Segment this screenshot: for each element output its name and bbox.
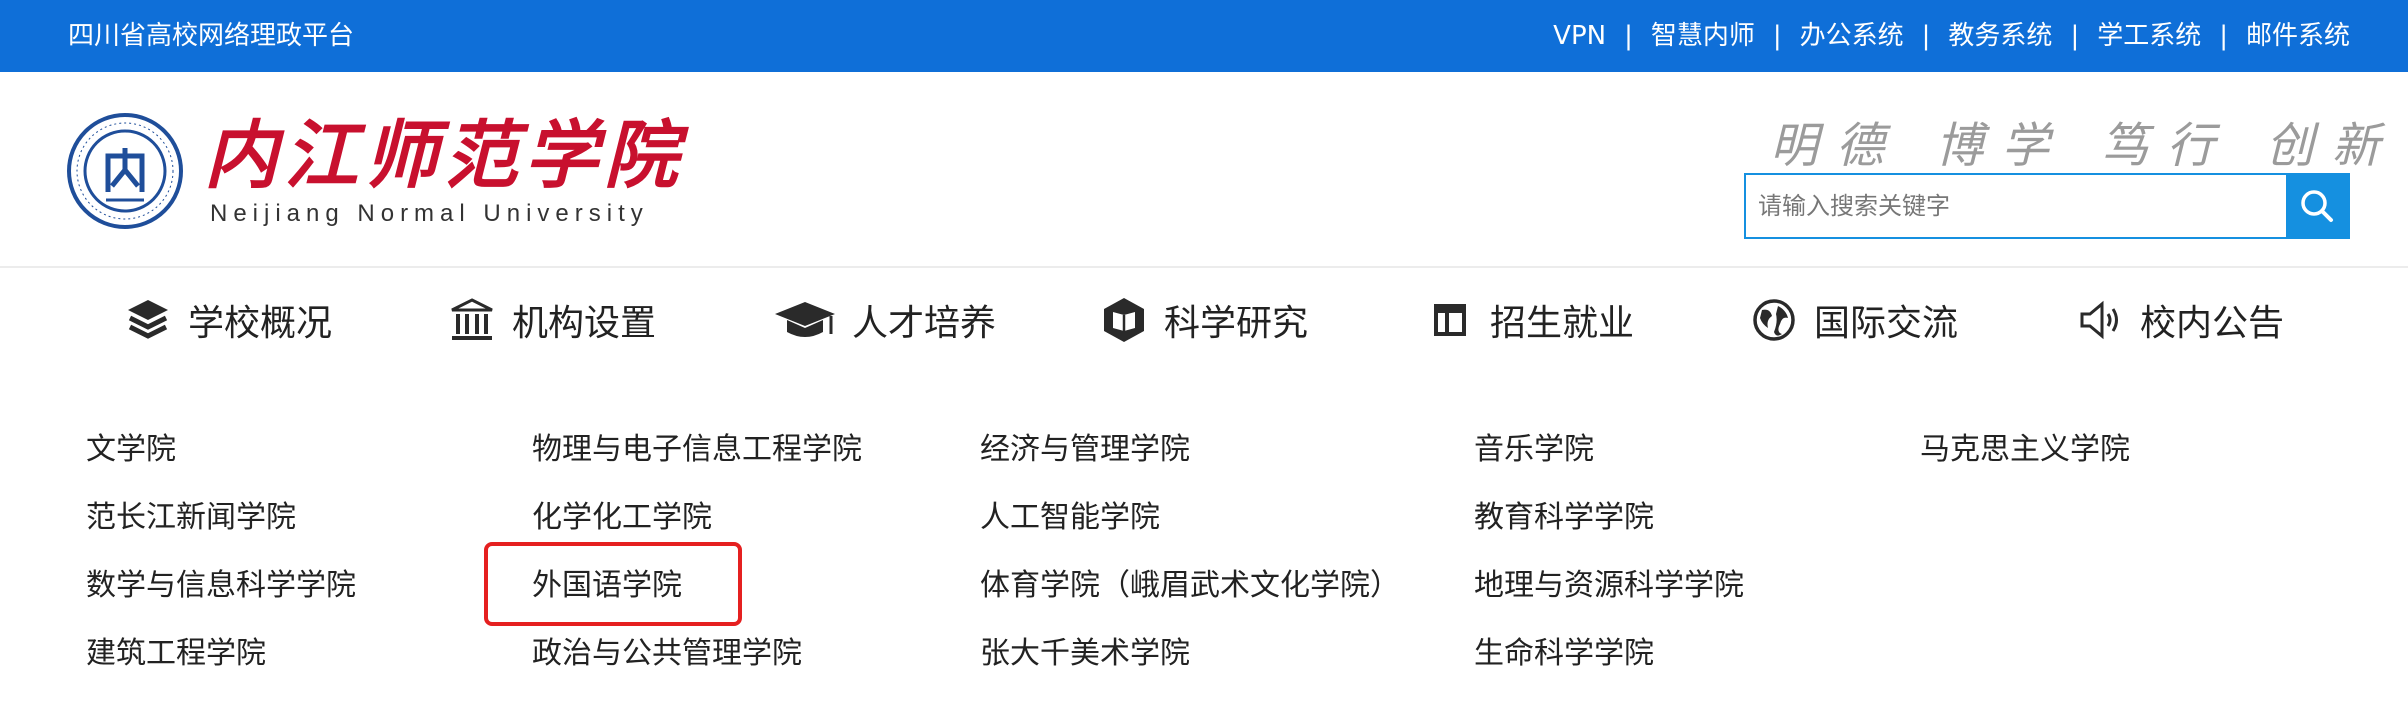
nav-label: 校内公告 [2140, 303, 2285, 344]
nav-item-organization[interactable]: 机构设置 [446, 282, 656, 358]
search-box [1744, 173, 2350, 239]
search-button[interactable] [2286, 175, 2348, 237]
main-nav: 学校概况 机构设置 人才培养 科学研究 招生就业 国际交流 校内公告 [0, 282, 2408, 358]
student-affairs-link[interactable]: 学工系统 [2097, 18, 2201, 54]
separator: | [2219, 21, 2228, 51]
layers-icon [122, 294, 174, 346]
top-links: VPN | 智慧内师 | 办公系统 | 教务系统 | 学工系统 | 邮件系统 [1553, 18, 2350, 54]
college-link[interactable]: 教育科学学院 [1474, 484, 1744, 552]
college-link-foreign-languages[interactable]: 外国语学院 [532, 552, 862, 620]
speaker-icon [2074, 294, 2126, 346]
college-link[interactable]: 化学化工学院 [532, 484, 862, 552]
nav-item-admission[interactable]: 招生就业 [1424, 282, 1634, 358]
smart-campus-link[interactable]: 智慧内师 [1651, 18, 1755, 54]
school-motto: 明德 博学 笃行 创新 [1770, 118, 2398, 174]
site-header: 内江师范学院 Neijiang Normal University 明德 博学 … [0, 72, 2408, 268]
nav-label: 国际交流 [1814, 303, 1959, 344]
nav-label: 招生就业 [1490, 303, 1635, 344]
academic-system-link[interactable]: 教务系统 [1948, 18, 2052, 54]
nav-label: 机构设置 [512, 303, 657, 344]
nav-item-international[interactable]: 国际交流 [1748, 282, 1958, 358]
separator: | [2070, 21, 2080, 51]
college-column-4: 音乐学院 教育科学学院 地理与资源科学学院 生命科学学院 [1474, 416, 1744, 688]
office-system-link[interactable]: 办公系统 [1800, 18, 1904, 54]
university-seal-icon[interactable] [66, 112, 184, 230]
college-link[interactable]: 范长江新闻学院 [86, 484, 356, 552]
college-link[interactable]: 物理与电子信息工程学院 [532, 416, 862, 484]
graduation-cap-icon [772, 294, 838, 346]
college-link[interactable]: 建筑工程学院 [86, 620, 356, 688]
college-link[interactable]: 经济与管理学院 [980, 416, 1400, 484]
university-english-name: Neijiang Normal University [210, 200, 649, 227]
top-bar: 四川省高校网络理政平台 VPN | 智慧内师 | 办公系统 | 教务系统 | 学… [0, 0, 2408, 72]
platform-link[interactable]: 四川省高校网络理政平台 [68, 18, 354, 54]
college-link[interactable]: 马克思主义学院 [1920, 416, 2130, 484]
college-column-1: 文学院 范长江新闻学院 数学与信息科学学院 建筑工程学院 [86, 416, 356, 688]
nav-item-announcements[interactable]: 校内公告 [2074, 282, 2284, 358]
college-link[interactable]: 文学院 [86, 416, 356, 484]
nav-item-research[interactable]: 科学研究 [1098, 282, 1308, 358]
college-link[interactable]: 地理与资源科学学院 [1474, 552, 1744, 620]
college-column-2: 物理与电子信息工程学院 化学化工学院 外国语学院 政治与公共管理学院 [532, 416, 862, 688]
college-link[interactable]: 生命科学学院 [1474, 620, 1744, 688]
college-link[interactable]: 政治与公共管理学院 [532, 620, 862, 688]
nav-label: 学校概况 [188, 303, 333, 344]
college-column-5: 马克思主义学院 [1920, 416, 2130, 484]
college-link[interactable]: 人工智能学院 [980, 484, 1400, 552]
search-icon [2301, 190, 2333, 222]
college-link[interactable]: 音乐学院 [1474, 416, 1744, 484]
college-link[interactable]: 体育学院（峨眉武术文化学院） [980, 552, 1400, 620]
globe-icon [1748, 294, 1800, 346]
mail-system-link[interactable]: 邮件系统 [2246, 18, 2350, 54]
search-input[interactable] [1746, 175, 2286, 237]
college-link[interactable]: 数学与信息科学学院 [86, 552, 356, 620]
vpn-link[interactable]: VPN [1553, 18, 1606, 54]
separator: | [1772, 21, 1782, 51]
nav-label: 人才培养 [852, 303, 997, 344]
nav-label: 科学研究 [1164, 303, 1309, 344]
nav-item-education[interactable]: 人才培养 [772, 282, 996, 358]
book-hexagon-icon [1098, 294, 1150, 346]
college-column-3: 经济与管理学院 人工智能学院 体育学院（峨眉武术文化学院） 张大千美术学院 [980, 416, 1400, 688]
university-name-logo[interactable]: 内江师范学院 [204, 112, 684, 200]
college-link[interactable]: 张大千美术学院 [980, 620, 1400, 688]
institution-icon [446, 294, 498, 346]
layout-icon [1424, 294, 1476, 346]
nav-item-overview[interactable]: 学校概况 [122, 282, 332, 358]
separator: | [1921, 21, 1931, 51]
separator: | [1624, 21, 1633, 51]
